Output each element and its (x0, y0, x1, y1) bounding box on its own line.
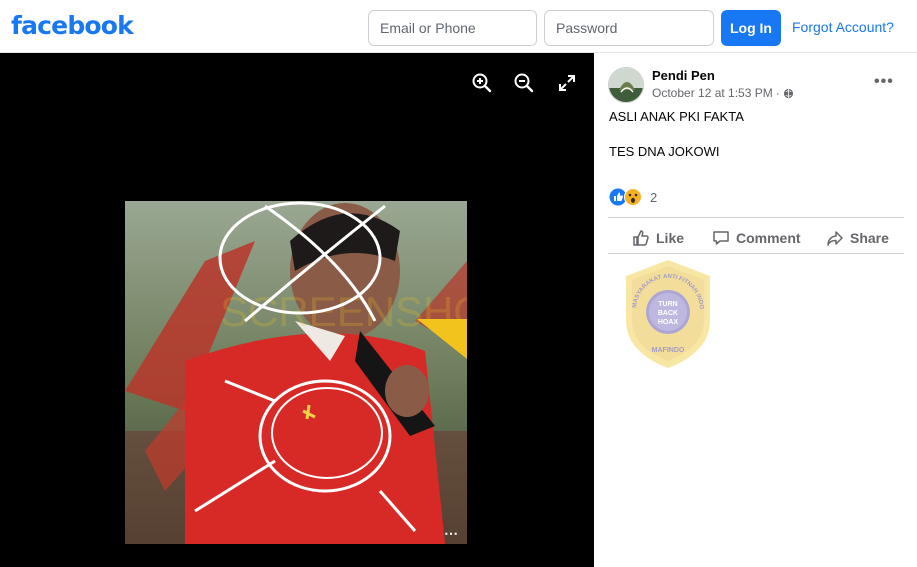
share-icon (827, 231, 843, 246)
post-meta: October 12 at 1:53 PM · (652, 86, 794, 100)
zoom-in-icon[interactable] (470, 71, 494, 95)
reaction-count: 2 (650, 189, 658, 205)
login-button[interactable]: Log In (721, 10, 781, 46)
post-date[interactable]: October 12 at 1:53 PM (652, 86, 773, 100)
top-bar: facebook Log In Forgot Account? (0, 0, 917, 53)
share-label: Share (850, 230, 889, 246)
post-photo[interactable]: SCREENSHOT BY ⋯ (125, 201, 467, 544)
avatar[interactable] (608, 67, 644, 103)
like-button[interactable]: Like (632, 226, 684, 250)
stamp-line-2: BACK (658, 310, 678, 317)
facebook-logo[interactable]: facebook (11, 11, 134, 40)
photo-more-icon: ⋯ (444, 525, 459, 541)
forgot-account-link[interactable]: Forgot Account? (792, 19, 894, 35)
mafindo-stamp: MASYARAKAT ANTI FITNAH INDONESIA TURN BA… (620, 254, 714, 370)
comment-label: Comment (736, 230, 801, 246)
comment-button[interactable]: Comment (712, 226, 801, 250)
reaction-summary[interactable]: 2 (609, 188, 657, 206)
stamp-line-1: TURN (658, 301, 677, 308)
zoom-out-icon[interactable] (512, 71, 536, 95)
globe-icon (783, 88, 793, 98)
divider-top (608, 217, 904, 218)
meta-separator: · (775, 86, 780, 100)
wow-reaction-icon (624, 188, 642, 206)
post-panel: Pendi Pen October 12 at 1:53 PM · ••• AS… (594, 53, 917, 567)
photo-viewer: SCREENSHOT BY ⋯ (0, 53, 594, 567)
comment-icon (713, 231, 729, 245)
share-button[interactable]: Share (826, 226, 889, 250)
post-text-line-1: ASLI ANAK PKI FAKTA (609, 109, 744, 124)
more-options-icon[interactable]: ••• (874, 73, 894, 91)
stamp-bottom-text: MAFINDO (652, 347, 685, 354)
password-field[interactable] (544, 10, 714, 46)
email-field[interactable] (368, 10, 537, 46)
divider-bottom (608, 253, 904, 254)
thumbs-up-icon (633, 230, 649, 246)
post-text-line-2: TES DNA JOKOWI (609, 144, 720, 159)
stamp-line-3: HOAX (658, 319, 679, 326)
like-label: Like (656, 230, 685, 246)
post-author[interactable]: Pendi Pen (652, 68, 715, 83)
fullscreen-icon[interactable] (555, 71, 579, 95)
